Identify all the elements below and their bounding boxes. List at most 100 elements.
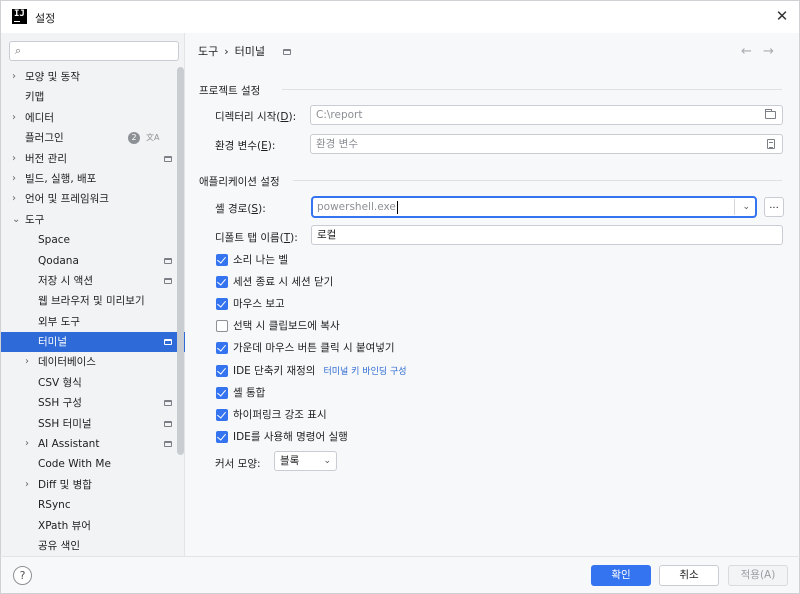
sidebar-item-label: AI Assistant xyxy=(38,438,100,451)
checkbox-label: 소리 나는 벨 xyxy=(233,254,288,266)
update-count-badge: 2 xyxy=(128,132,140,145)
checkbox-label: 마우스 보고 xyxy=(233,298,285,311)
sidebar-item[interactable]: 저장 시 액션 xyxy=(1,271,185,291)
sidebar-item[interactable]: XPath 뷰어 xyxy=(1,516,185,536)
sidebar-item[interactable]: Code With Me xyxy=(1,454,185,474)
cursor-shape-value: 블록 xyxy=(280,455,300,467)
chevron-right-icon[interactable]: › xyxy=(12,108,16,128)
shell-path-value: powershell.exe xyxy=(317,201,396,213)
sidebar-item[interactable]: 외부 도구 xyxy=(1,312,185,332)
sidebar-item-label: 에디터 xyxy=(25,111,54,124)
folder-icon[interactable] xyxy=(765,109,776,119)
cursor-shape-select[interactable]: 블록 ⌄ xyxy=(274,451,337,471)
checkbox-checked[interactable] xyxy=(216,254,228,266)
section-divider xyxy=(282,89,782,90)
sidebar-item[interactable]: SSH 구성 xyxy=(1,393,185,413)
sidebar-item[interactable]: › AI Assistant xyxy=(1,434,185,454)
cancel-button[interactable]: 취소 xyxy=(659,565,719,586)
sidebar-item-label: 버전 관리 xyxy=(25,152,67,165)
checkbox-checked[interactable] xyxy=(216,364,228,377)
project-scope-icon xyxy=(164,441,172,448)
sidebar-item[interactable]: 공유 색인 xyxy=(1,536,185,556)
sidebar-item[interactable]: 플러그인 2 文A xyxy=(1,128,185,148)
sidebar-item-label: 데이터베이스 xyxy=(38,356,96,369)
back-arrow-icon[interactable]: ← xyxy=(741,44,752,59)
sidebar-item[interactable]: 웹 브라우저 및 미리보기 xyxy=(1,291,185,311)
text-caret xyxy=(396,200,398,214)
env-vars-placeholder: 환경 변수 xyxy=(316,138,358,150)
chevron-right-icon[interactable]: › xyxy=(25,475,29,495)
forward-arrow-icon[interactable]: → xyxy=(763,44,774,59)
chevron-right-icon[interactable]: › xyxy=(12,149,16,169)
checkbox-unchecked[interactable] xyxy=(216,320,228,333)
sidebar-item[interactable]: › 빌드, 실행, 배포 xyxy=(1,169,185,189)
start-directory-field[interactable]: C:\report xyxy=(310,105,783,125)
checkbox-label: 셸 통합 xyxy=(233,386,266,399)
checkbox-label: 하이퍼링크 강조 표시 xyxy=(233,408,327,421)
configure-keybindings-link[interactable]: 터미널 키 바인딩 구성 xyxy=(323,367,406,377)
settings-search[interactable]: ⌕ xyxy=(9,41,179,61)
sidebar-item-label: XPath 뷰어 xyxy=(38,519,91,532)
sidebar-item[interactable]: RSync xyxy=(1,495,185,515)
sidebar-scrollbar[interactable] xyxy=(177,67,184,455)
sidebar-item[interactable]: › 데이터베이스 xyxy=(1,352,185,372)
sidebar-item[interactable]: › 모양 및 동작 xyxy=(1,67,185,87)
help-icon[interactable]: ? xyxy=(13,566,32,585)
sidebar-item-label: 빌드, 실행, 배포 xyxy=(25,172,97,185)
sidebar-item[interactable]: CSV 형식 xyxy=(1,373,185,393)
sidebar-item[interactable]: SSH 터미널 xyxy=(1,414,185,434)
env-vars-field[interactable]: 환경 변수 xyxy=(310,134,783,154)
sidebar-item[interactable]: › 에디터 xyxy=(1,108,185,128)
sidebar-item[interactable]: Space xyxy=(1,230,185,250)
sidebar-item[interactable]: › 언어 및 프레임워크 xyxy=(1,189,185,209)
checkbox-checked[interactable] xyxy=(216,298,228,311)
sidebar-item[interactable]: 키맵 xyxy=(1,87,185,107)
checkbox-checked[interactable] xyxy=(216,408,228,421)
env-vars-label: 환경 변수(E): xyxy=(215,140,276,152)
sidebar-item[interactable]: ⌄ 도구 xyxy=(1,210,185,230)
start-directory-value: C:\report xyxy=(316,109,363,121)
window-title: 설정 xyxy=(35,12,56,25)
checkbox-checked[interactable] xyxy=(216,342,228,355)
sidebar-item[interactable]: › Diff 및 병합 xyxy=(1,475,185,495)
search-input[interactable] xyxy=(32,43,172,59)
chevron-right-icon[interactable]: › xyxy=(25,352,29,372)
checkbox-checked[interactable] xyxy=(216,386,228,399)
checkbox-checked[interactable] xyxy=(216,430,228,443)
chevron-down-icon[interactable]: ⌄ xyxy=(12,210,20,230)
app-logo-icon: IJ xyxy=(12,9,27,24)
chevron-right-icon[interactable]: › xyxy=(12,189,16,209)
settings-content: 도구 › 터미널 ← → 프로젝트 설정 디렉터리 시작(D): C:\report… xyxy=(185,33,800,556)
sidebar-item-label: Code With Me xyxy=(38,458,111,471)
project-scope-icon xyxy=(283,49,291,55)
sidebar-item[interactable]: Qodana xyxy=(1,251,185,271)
checkbox-checked[interactable] xyxy=(216,276,228,289)
default-tab-name-field[interactable]: 로컬 xyxy=(311,225,783,245)
browse-button[interactable]: ... xyxy=(764,197,784,217)
project-scope-icon xyxy=(164,257,172,264)
translate-icon: 文A xyxy=(146,133,160,143)
sidebar-item[interactable]: 터미널 xyxy=(1,332,185,353)
project-scope-icon xyxy=(164,277,172,284)
chevron-down-icon[interactable]: ⌄ xyxy=(742,198,750,216)
edit-list-icon[interactable] xyxy=(767,139,775,149)
sidebar-item-label: 저장 시 액션 xyxy=(38,274,93,287)
chevron-right-icon[interactable]: › xyxy=(25,434,29,454)
start-directory-label: 디렉터리 시작(D): xyxy=(215,111,297,123)
breadcrumb-parent[interactable]: 도구 xyxy=(198,45,218,58)
search-icon: ⌕ xyxy=(15,44,22,57)
apply-button[interactable]: 적용(A) xyxy=(728,565,788,586)
sidebar-item-label: Diff 및 병합 xyxy=(38,478,92,491)
breadcrumb-separator: › xyxy=(224,45,229,58)
sidebar-item-label: 외부 도구 xyxy=(38,315,80,328)
sidebar-item-label: 모양 및 동작 xyxy=(25,71,80,83)
sidebar-item[interactable]: › 버전 관리 xyxy=(1,149,185,169)
settings-sidebar: ⌕ › 모양 및 동작 키맵 › 에디터 플러그인 2 文A › 버전 관리 › 빌드, 실행, 배포… xyxy=(0,33,185,556)
close-icon[interactable]: ✕ xyxy=(774,8,790,24)
chevron-right-icon[interactable]: › xyxy=(12,169,16,189)
chevron-right-icon[interactable]: › xyxy=(12,67,16,87)
breadcrumb-current: 터미널 xyxy=(234,45,266,58)
shell-path-combobox[interactable]: powershell.exe ⌄ xyxy=(311,196,757,218)
ok-button[interactable]: 확인 xyxy=(591,565,651,586)
sidebar-item-label: RSync xyxy=(38,499,71,512)
